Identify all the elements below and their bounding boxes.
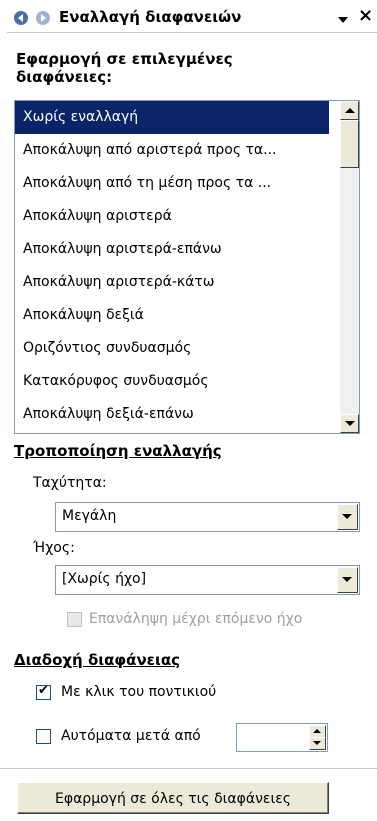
- scroll-up-icon: [345, 108, 355, 113]
- pane-title-bar: Εναλλαγή διαφανειών ×: [7, 4, 377, 33]
- sound-select[interactable]: [Χωρίς ήχο]: [55, 565, 360, 595]
- close-icon[interactable]: ×: [358, 7, 373, 25]
- sound-dropdown-button[interactable]: [337, 567, 358, 593]
- speed-dropdown-button[interactable]: [337, 504, 358, 530]
- slide-transition-pane: Εναλλαγή διαφανειών × Εφαρμογή σε επιλεγ…: [0, 0, 377, 821]
- back-arrow-icon[interactable]: [13, 10, 29, 26]
- advance-slide-heading: Διαδοχή διαφάνειας: [14, 651, 181, 669]
- transition-listbox[interactable]: Χωρίς εναλλαγή Αποκάλυψη από αριστερά προ…: [14, 100, 360, 434]
- apply-to-all-slides-button[interactable]: Εφαρμογή σε όλες τις διαφάνειες: [17, 782, 329, 814]
- speed-select[interactable]: Μεγάλη: [55, 502, 360, 532]
- transition-list-item[interactable]: Αποκάλυψη αριστερά: [15, 200, 329, 233]
- transition-list-item[interactable]: Αποκάλυψη από τη μέση προς τα ...: [15, 167, 329, 200]
- loop-sound-label: Επανάληψη μέχρι επόμενο ήχο: [89, 611, 303, 627]
- spin-down-icon: [313, 741, 321, 745]
- on-mouse-click-label: Με κλικ του ποντικιού: [61, 684, 217, 700]
- scroll-thumb[interactable]: [340, 120, 359, 168]
- automatically-after-label: Αυτόματα μετά από: [61, 728, 201, 744]
- sound-label: Ήχος:: [33, 540, 75, 556]
- chevron-down-icon: [342, 577, 352, 582]
- automatically-after-checkbox[interactable]: [36, 729, 51, 744]
- transition-list-item[interactable]: Οριζόντιος συνδυασμός: [15, 332, 329, 365]
- transition-list-items: Χωρίς εναλλαγή Αποκάλυψη από αριστερά προ…: [15, 101, 335, 431]
- transition-list-item[interactable]: Αποκάλυψη αριστερά-κάτω: [15, 266, 329, 299]
- apply-to-selected-heading: Εφαρμογή σε επιλεγμένες διαφάνειες:: [16, 50, 233, 86]
- transition-list-item[interactable]: Αποκάλυψη δεξιά: [15, 299, 329, 332]
- spin-down-button[interactable]: [309, 737, 326, 750]
- transition-list-item[interactable]: Αποκάλυψη από αριστερά προς τα...: [15, 134, 329, 167]
- transition-list-item[interactable]: Αποκάλυψη αριστερά-επάνω: [15, 233, 329, 266]
- advance-time-spinner[interactable]: [236, 723, 328, 752]
- transition-list-item[interactable]: Αποκάλυψη δεξιά-επάνω: [15, 398, 329, 431]
- transition-list-item[interactable]: Χωρίς εναλλαγή: [15, 101, 329, 134]
- dropdown-triangle-icon[interactable]: [337, 13, 349, 23]
- loop-sound-checkbox[interactable]: [67, 612, 82, 627]
- pane-title: Εναλλαγή διαφανειών: [59, 8, 242, 26]
- forward-arrow-icon[interactable]: [35, 10, 51, 26]
- scroll-up-button[interactable]: [340, 101, 359, 120]
- on-mouse-click-checkbox[interactable]: ✔: [36, 683, 51, 700]
- speed-label: Ταχύτητα:: [33, 475, 107, 491]
- spin-up-icon: [313, 729, 321, 733]
- sound-value: [Χωρίς ήχο]: [62, 571, 147, 587]
- modify-transition-heading: Τροποποίηση εναλλαγής: [14, 442, 222, 460]
- speed-value: Μεγάλη: [62, 508, 117, 524]
- spinner-buttons: [309, 725, 326, 750]
- chevron-down-icon: [342, 514, 352, 519]
- divider: [0, 768, 377, 769]
- transition-list-item[interactable]: Κατακόρυφος συνδυασμός: [15, 365, 329, 398]
- checkmark-icon: ✔: [38, 683, 49, 698]
- scroll-down-button[interactable]: [340, 414, 359, 433]
- listbox-scrollbar[interactable]: [340, 101, 359, 433]
- scroll-down-icon: [345, 421, 355, 426]
